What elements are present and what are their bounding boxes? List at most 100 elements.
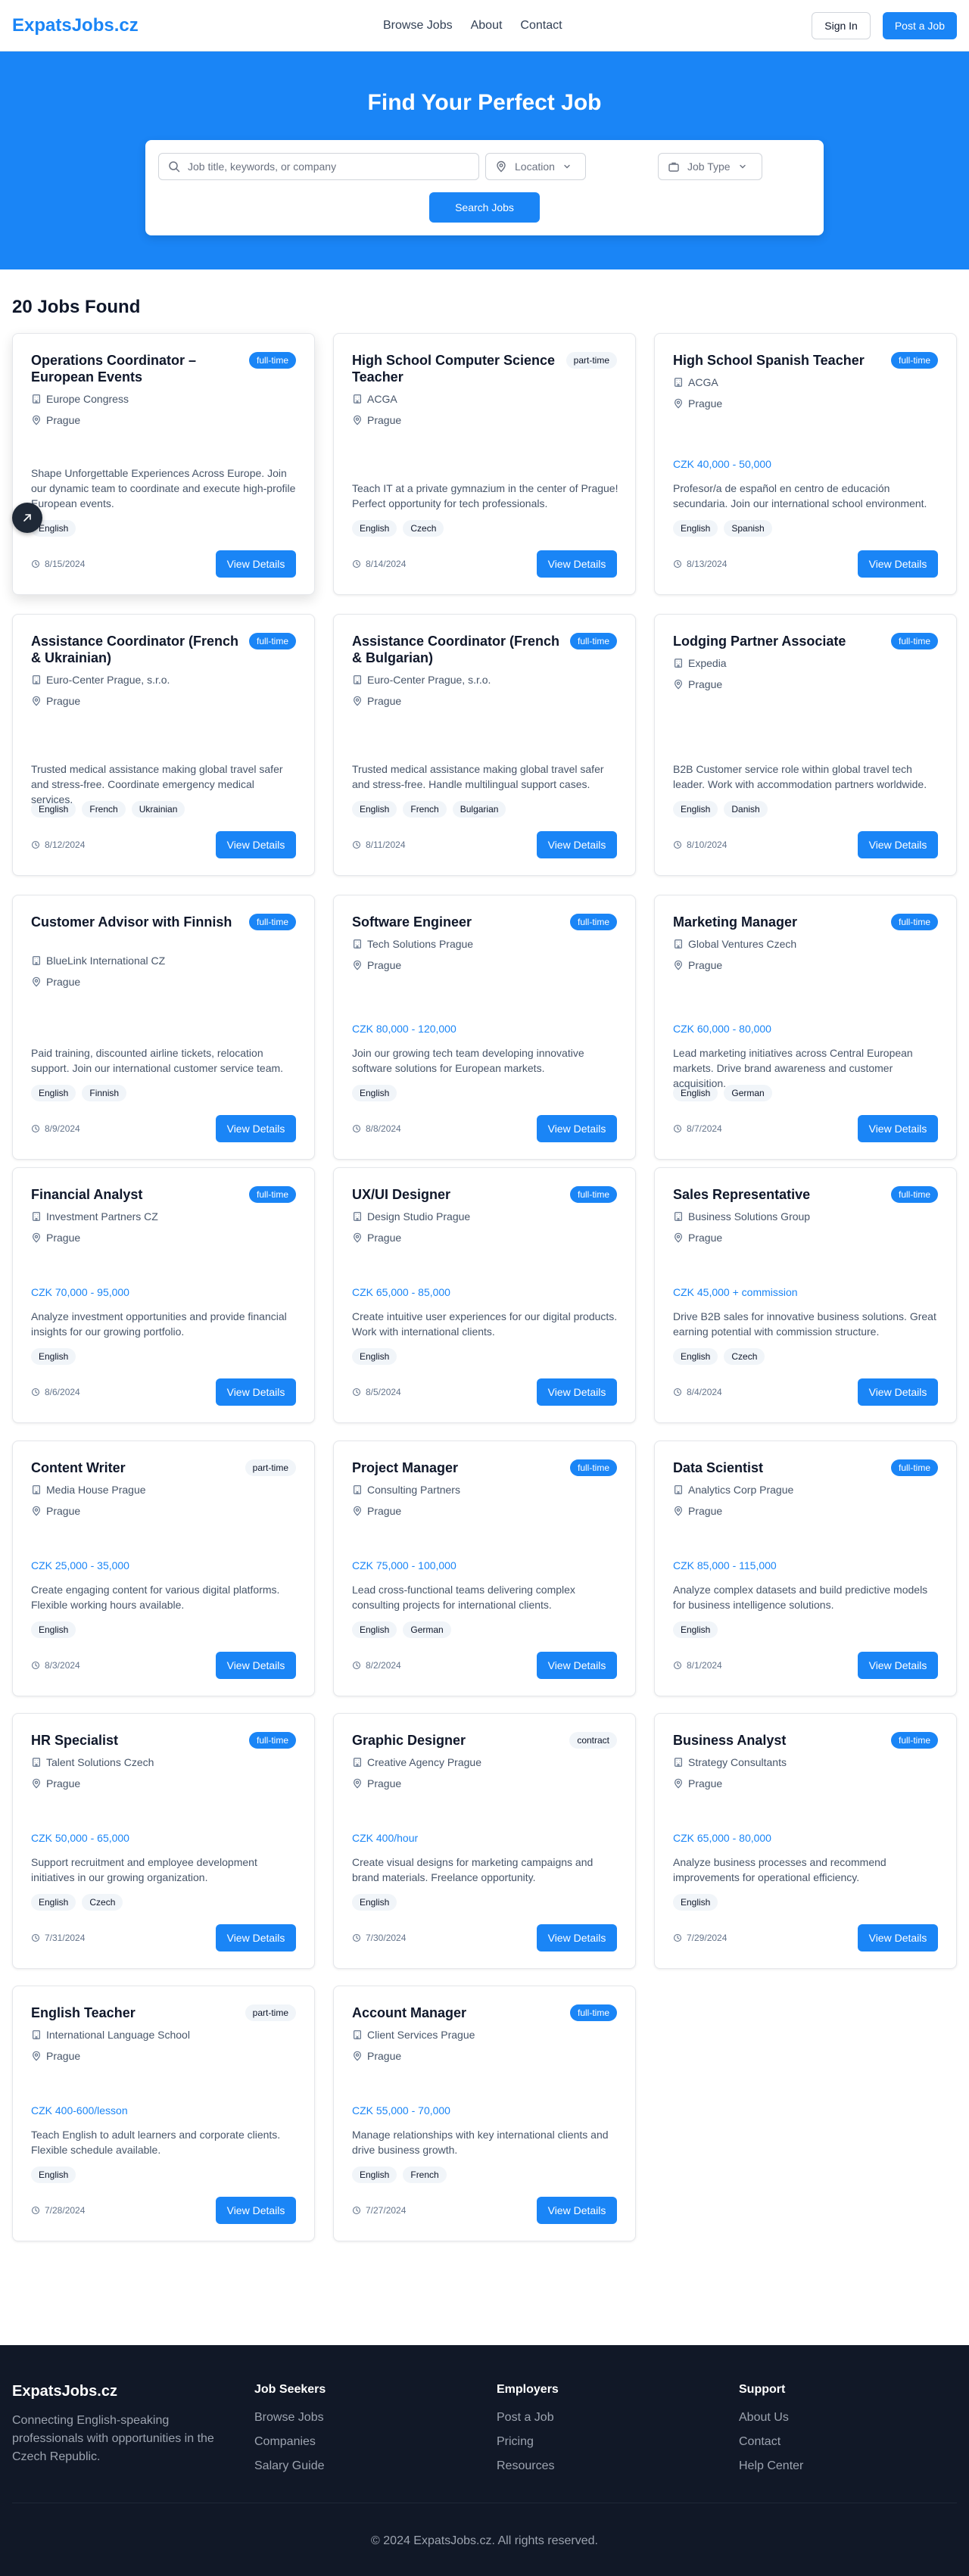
company-name: Euro-Center Prague, s.r.o.	[31, 674, 170, 686]
site-logo[interactable]: ExpatsJobs.cz	[12, 15, 139, 36]
job-title[interactable]: High School Computer Science Teacher	[352, 352, 564, 385]
view-details-button[interactable]: View Details	[858, 550, 938, 578]
job-title[interactable]: UX/UI Designer	[352, 1186, 564, 1203]
view-details-button[interactable]: View Details	[537, 550, 617, 578]
company-name: Analytics Corp Prague	[673, 1484, 793, 1496]
job-title[interactable]: Software Engineer	[352, 914, 564, 930]
footer-link-browse-jobs[interactable]: Browse Jobs	[254, 2410, 326, 2425]
footer-link-salary-guide[interactable]: Salary Guide	[254, 2459, 326, 2474]
job-location-text: Prague	[367, 414, 402, 426]
map-pin-icon	[354, 2051, 361, 2061]
job-title[interactable]: Assistance Coordinator (French & Ukraini…	[31, 633, 243, 666]
company-name-text: Design Studio Prague	[367, 1210, 471, 1223]
view-details-button[interactable]: View Details	[537, 1115, 617, 1142]
post-job-button[interactable]: Post a Job	[882, 11, 957, 39]
clock-icon	[31, 1124, 40, 1133]
building-icon	[33, 1485, 40, 1494]
view-details-button[interactable]: View Details	[216, 1652, 296, 1679]
job-title[interactable]: Marketing Manager	[673, 914, 885, 930]
nav-browse-jobs[interactable]: Browse Jobs	[383, 19, 453, 33]
location-select[interactable]: Location	[485, 153, 586, 180]
view-details-button[interactable]: View Details	[537, 831, 617, 858]
job-title[interactable]: Sales Representative	[673, 1186, 885, 1203]
view-details-button[interactable]: View Details	[216, 831, 296, 858]
job-results: 20 Jobs Found Operations Coordinator – E…	[0, 269, 969, 2345]
clock-icon	[31, 1388, 40, 1397]
view-details-button[interactable]: View Details	[216, 2197, 296, 2224]
job-title[interactable]: Customer Advisor with Finnish	[31, 914, 243, 930]
view-details-button[interactable]: View Details	[858, 1378, 938, 1406]
job-title[interactable]: Financial Analyst	[31, 1186, 243, 1203]
view-details-button[interactable]: View Details	[216, 550, 296, 578]
language-tag: English	[352, 520, 397, 537]
footer-link-resources[interactable]: Resources	[497, 2459, 559, 2474]
view-details-button[interactable]: View Details	[858, 1924, 938, 1951]
job-card: Data Scientist full-time Analytics Corp Pr…	[654, 1441, 957, 1696]
company-name-text: Consulting Partners	[367, 1484, 460, 1496]
view-details-button[interactable]: View Details	[858, 1115, 938, 1142]
job-title[interactable]: Content Writer	[31, 1459, 243, 1476]
view-details-button[interactable]: View Details	[858, 831, 938, 858]
clock-icon	[352, 559, 361, 568]
language-tag: English	[352, 1085, 397, 1101]
nav-about[interactable]: About	[471, 19, 503, 33]
job-title[interactable]: High School Spanish Teacher	[673, 352, 885, 369]
language-tag: English	[31, 1085, 76, 1101]
posted-date-text: 8/8/2024	[366, 1123, 401, 1134]
sign-in-button[interactable]: Sign In	[812, 11, 871, 39]
posted-date-text: 8/4/2024	[687, 1387, 722, 1397]
footer-link-companies[interactable]: Companies	[254, 2434, 326, 2450]
company-name-text: Strategy Consultants	[688, 1756, 787, 1768]
view-details-button[interactable]: View Details	[216, 1924, 296, 1951]
footer-column-title: Support	[739, 2383, 786, 2396]
salary-range: CZK 40,000 - 50,000	[673, 458, 771, 470]
job-title[interactable]: Lodging Partner Associate	[673, 633, 885, 649]
view-details-button[interactable]: View Details	[537, 1652, 617, 1679]
job-title[interactable]: Graphic Designer	[352, 1732, 564, 1749]
job-title[interactable]: Account Manager	[352, 2004, 564, 2021]
job-type-badge: full-time	[569, 2004, 617, 2021]
job-type-select[interactable]: Job Type	[658, 153, 762, 180]
footer-link-about-us[interactable]: About Us	[739, 2410, 803, 2425]
job-title[interactable]: English Teacher	[31, 2004, 243, 2021]
job-title[interactable]: Business Analyst	[673, 1732, 885, 1749]
posted-date: 7/28/2024	[31, 2205, 85, 2216]
view-details-button[interactable]: View Details	[537, 1924, 617, 1951]
view-details-button[interactable]: View Details	[537, 1378, 617, 1406]
footer-link-contact[interactable]: Contact	[739, 2434, 803, 2450]
floating-assistant-button[interactable]	[12, 503, 42, 533]
job-title[interactable]: HR Specialist	[31, 1732, 243, 1749]
view-details-button[interactable]: View Details	[537, 2197, 617, 2224]
job-card: Operations Coordinator – European Events…	[12, 333, 315, 595]
footer-link-help-center[interactable]: Help Center	[739, 2459, 803, 2474]
job-location-text: Prague	[46, 1505, 81, 1517]
building-icon	[354, 1758, 361, 1767]
building-icon	[354, 2030, 361, 2039]
job-title[interactable]: Operations Coordinator – European Events	[31, 352, 243, 385]
footer-link-pricing[interactable]: Pricing	[497, 2434, 559, 2450]
job-title[interactable]: Project Manager	[352, 1459, 564, 1476]
job-location: Prague	[31, 2050, 80, 2062]
keyword-search-field[interactable]: Job title, keywords, or company	[158, 153, 479, 180]
job-location: Prague	[31, 414, 80, 426]
footer-link-post-job[interactable]: Post a Job	[497, 2410, 559, 2425]
nav-contact[interactable]: Contact	[520, 19, 562, 33]
job-card: Financial Analyst full-time Investment Par…	[12, 1167, 315, 1423]
job-type-badge: part-time	[245, 2004, 296, 2021]
job-description: Create engaging content for various digi…	[31, 1584, 280, 1611]
clock-icon	[673, 1661, 682, 1670]
job-title[interactable]: Assistance Coordinator (French & Bulgari…	[352, 633, 564, 666]
view-details-button[interactable]: View Details	[216, 1115, 296, 1142]
salary-range: CZK 400-600/lesson	[31, 2104, 128, 2117]
view-details-button[interactable]: View Details	[216, 1378, 296, 1406]
job-location-text: Prague	[688, 1232, 723, 1244]
posted-date-text: 8/2/2024	[366, 1660, 401, 1671]
company-name: Design Studio Prague	[352, 1210, 470, 1223]
posted-date: 8/14/2024	[352, 559, 406, 569]
view-details-button[interactable]: View Details	[858, 1652, 938, 1679]
language-tag: Czech	[403, 520, 444, 537]
job-title[interactable]: Data Scientist	[673, 1459, 885, 1476]
posted-date: 7/27/2024	[352, 2205, 406, 2216]
job-card: Account Manager full-time Client Services …	[333, 1986, 636, 2241]
search-jobs-button[interactable]: Search Jobs	[429, 192, 540, 223]
